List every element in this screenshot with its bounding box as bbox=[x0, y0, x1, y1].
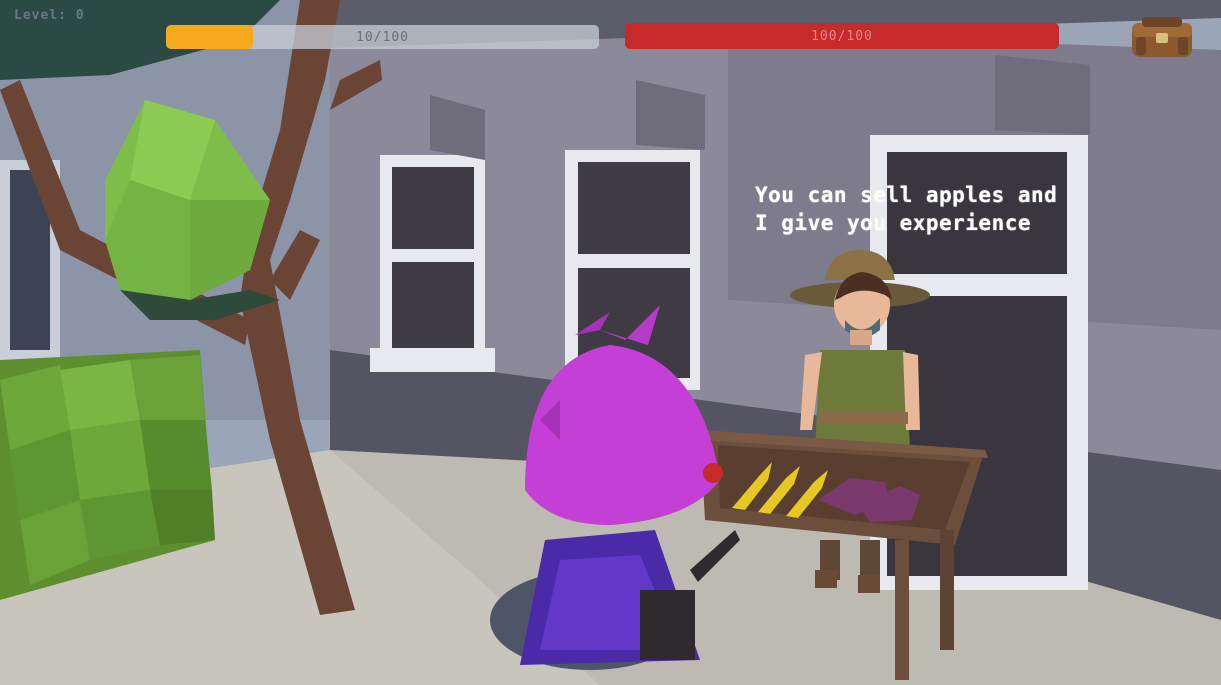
npc-dialogue: You can sell apples and I give you exper… bbox=[755, 181, 1057, 237]
npc-dialogue-line-2: I give you experience bbox=[755, 211, 1032, 235]
health-bar-text: 100/100 bbox=[811, 28, 873, 44]
game-viewport[interactable]: Level: 0 10/100 100/100 You can sell app… bbox=[0, 0, 1221, 685]
inventory-button[interactable] bbox=[1128, 15, 1196, 59]
backpack-icon bbox=[1132, 17, 1192, 57]
game-scene bbox=[0, 0, 1221, 685]
level-indicator: Level: 0 bbox=[14, 8, 85, 23]
experience-bar: 10/100 bbox=[166, 25, 599, 49]
experience-bar-text: 10/100 bbox=[356, 29, 409, 45]
health-bar: 100/100 bbox=[625, 23, 1059, 49]
npc-dialogue-line-1: You can sell apples and bbox=[755, 183, 1058, 207]
